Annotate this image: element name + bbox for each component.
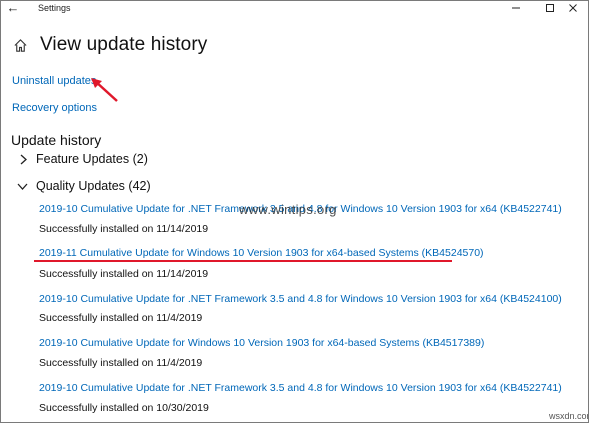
quality-updates-group[interactable]: Quality Updates (42)	[36, 179, 151, 193]
chevron-right-icon[interactable]	[19, 154, 28, 165]
close-button[interactable]	[558, 1, 588, 15]
update-link[interactable]: 2019-10 Cumulative Update for .NET Frame…	[39, 293, 562, 305]
update-status: Successfully installed on 11/14/2019	[39, 268, 209, 280]
watermark-text: www.wintips.org	[239, 202, 337, 217]
red-underline-annotation	[34, 260, 452, 262]
minimize-icon	[512, 7, 520, 9]
uninstall-updates-link[interactable]: Uninstall updates	[12, 75, 96, 87]
update-status: Successfully installed on 11/14/2019	[39, 223, 209, 235]
update-link[interactable]: 2019-11 Cumulative Update for Windows 10…	[39, 247, 484, 259]
corner-watermark: wsxdn.com	[549, 411, 588, 421]
maximize-icon	[546, 4, 554, 12]
update-link[interactable]: 2019-10 Cumulative Update for Windows 10…	[39, 337, 484, 349]
settings-window: ← Settings View update history Uninstall…	[0, 0, 589, 423]
update-status: Successfully installed on 10/30/2019	[39, 402, 209, 414]
minimize-button[interactable]	[501, 1, 531, 15]
home-icon[interactable]	[13, 38, 28, 53]
app-title: Settings	[38, 3, 71, 13]
page-title: View update history	[40, 34, 208, 55]
update-history-heading: Update history	[11, 132, 102, 148]
red-arrow-annotation	[91, 78, 118, 102]
recovery-options-link[interactable]: Recovery options	[12, 102, 97, 114]
feature-updates-group[interactable]: Feature Updates (2)	[36, 152, 148, 166]
update-status: Successfully installed on 11/4/2019	[39, 312, 203, 324]
update-link[interactable]: 2019-10 Cumulative Update for .NET Frame…	[39, 382, 562, 394]
update-status: Successfully installed on 11/4/2019	[39, 357, 203, 369]
back-arrow-icon[interactable]: ←	[5, 1, 21, 15]
chevron-down-icon[interactable]	[17, 182, 28, 191]
close-icon	[569, 4, 577, 12]
title-bar: ← Settings	[1, 1, 588, 16]
